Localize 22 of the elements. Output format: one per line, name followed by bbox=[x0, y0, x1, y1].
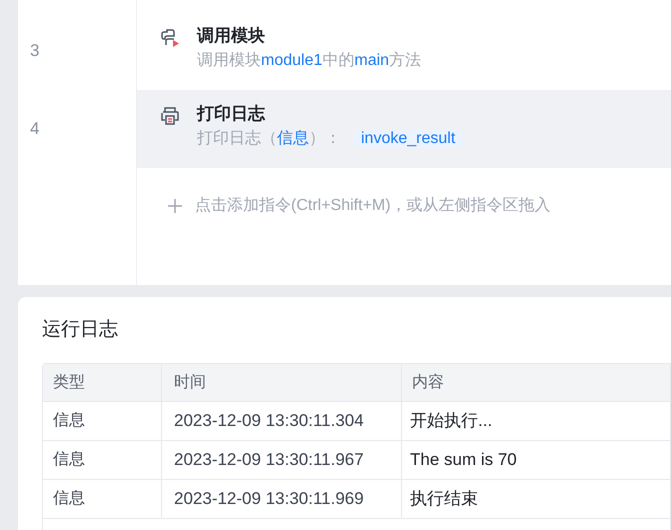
table-cell-text: 开始执行... bbox=[409, 410, 494, 432]
step-row[interactable]: 打印日志 打印日志（信息）： invoke_result bbox=[137, 90, 671, 168]
table-cell: 2023-12-09 13:30:11.967 bbox=[162, 441, 402, 479]
step-description: 调用模块module1中的main方法 bbox=[197, 50, 422, 71]
table-cell: 信息 bbox=[43, 480, 162, 518]
table-cell: 2023-12-09 13:30:11.304 bbox=[162, 402, 402, 440]
line-number: 3 bbox=[30, 40, 40, 62]
table-cell-text: 执行结束 bbox=[409, 488, 479, 510]
step-title: 调用模块 bbox=[197, 25, 266, 47]
line-number: 4 bbox=[30, 118, 40, 140]
column-header: 类型 bbox=[43, 364, 162, 401]
column-header: 内容 bbox=[411, 372, 445, 392]
plus-icon[interactable] bbox=[167, 198, 183, 214]
table-cell-text: The sum is 70 bbox=[409, 449, 518, 472]
printer-icon bbox=[160, 106, 180, 126]
table-cell: 信息 bbox=[43, 402, 162, 440]
column-header: 时间 bbox=[162, 364, 402, 401]
table-cell: 信息 bbox=[43, 441, 162, 479]
log-title: 运行日志 bbox=[42, 318, 119, 342]
table-cell: 2023-12-09 13:30:11.969 bbox=[162, 480, 402, 518]
step-description: 打印日志（信息）： invoke_result bbox=[197, 126, 464, 152]
step-title: 打印日志 bbox=[197, 103, 266, 125]
